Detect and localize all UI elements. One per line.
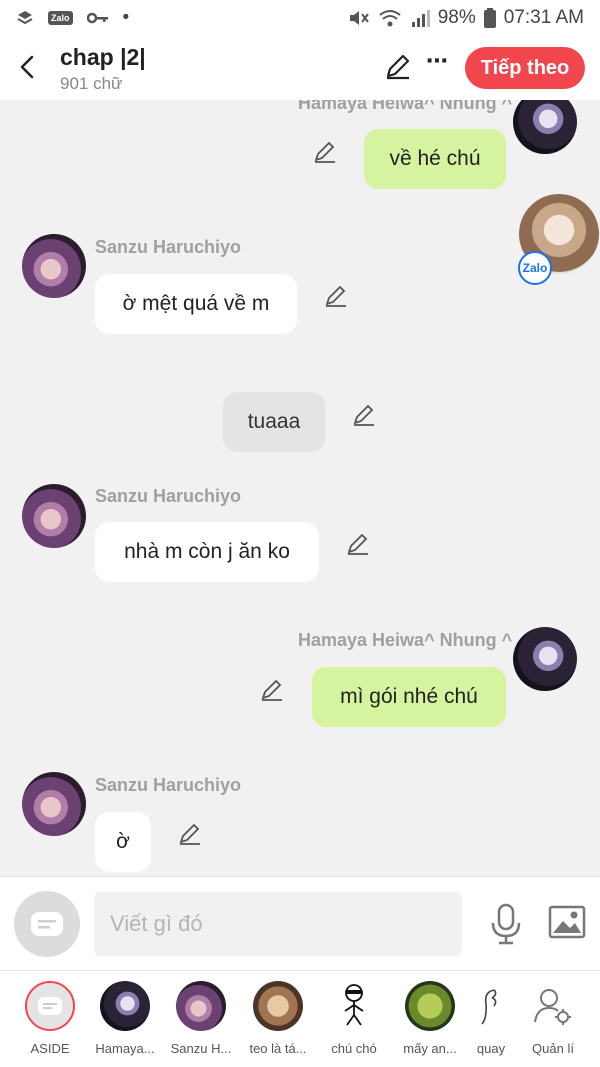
avatar-sanzu — [176, 981, 226, 1031]
composer-bar — [0, 876, 600, 970]
clock: 07:31 AM — [503, 7, 584, 28]
nav-label: teo là tá... — [249, 1041, 307, 1056]
nav-label: ASIDE — [30, 1041, 70, 1056]
sender-name: Sanzu Haruchiyo — [95, 237, 242, 257]
avatar-hamaya — [100, 981, 150, 1031]
stick-figure-icon — [329, 981, 379, 1031]
zalo-icon: Zalo — [48, 11, 73, 25]
message-bubble[interactable]: nhà m còn j ăn ko — [95, 522, 319, 582]
sketch-icon — [466, 981, 516, 1031]
microphone-icon[interactable] — [490, 903, 522, 945]
word-count: 901 chữ — [60, 74, 123, 93]
chapter-header: chap |2| 901 chữ ⋯ Tiếp theo — [0, 36, 600, 100]
more-options-button[interactable]: ⋯ — [424, 50, 450, 80]
edit-message-icon[interactable] — [346, 532, 370, 556]
user-settings-icon — [528, 981, 578, 1031]
chevron-left-icon — [20, 55, 34, 79]
page-title: chap |2| — [60, 44, 146, 70]
message-bubble[interactable]: ờ mệt quá về m — [95, 274, 297, 334]
layers-icon — [17, 11, 33, 25]
message-input[interactable] — [94, 892, 462, 956]
battery-percent: 98% — [437, 7, 476, 28]
sender-name: Sanzu Haruchiyo — [95, 775, 242, 795]
avatar-sanzu[interactable] — [22, 484, 86, 548]
nav-item-quan-li[interactable]: Quản lí — [515, 981, 591, 1061]
avatar-hamaya[interactable] — [513, 627, 577, 691]
avatar-teo — [253, 981, 303, 1031]
key-icon — [86, 12, 108, 24]
nav-item-hamaya[interactable]: Hamaya... — [87, 981, 163, 1061]
nav-label: chú chó — [331, 1041, 377, 1056]
aside-icon — [25, 981, 75, 1031]
edit-message-icon[interactable] — [352, 403, 376, 427]
edit-message-icon[interactable] — [260, 678, 284, 702]
edit-message-icon[interactable] — [324, 284, 348, 308]
edit-pencil-icon[interactable] — [384, 52, 412, 80]
nav-item-chu-cho[interactable]: chú chó — [316, 981, 392, 1061]
narration-bubble[interactable]: tuaaa — [223, 392, 325, 452]
nav-item-aside[interactable]: ASIDE — [12, 981, 88, 1061]
signal-icon — [411, 10, 430, 27]
nav-item-sanzu[interactable]: Sanzu H... — [163, 981, 239, 1061]
avatar-sanzu[interactable] — [22, 772, 86, 836]
nav-item-teo[interactable]: teo là tá... — [240, 981, 316, 1061]
chat-area[interactable]: Hamaya Heiwa^ Nhung ^ về hé chú Zalo San… — [0, 100, 600, 876]
image-icon[interactable] — [548, 905, 586, 939]
nav-label: Hamaya... — [95, 1041, 155, 1056]
back-button[interactable] — [12, 50, 42, 84]
sender-name: Hamaya Heiwa^ Nhung ^ — [298, 100, 513, 113]
avatar-hamaya[interactable] — [513, 100, 577, 154]
message-bubble[interactable]: ờ — [95, 812, 151, 872]
message-bubble[interactable]: về hé chú — [364, 129, 506, 189]
nav-label: Sanzu H... — [170, 1041, 232, 1056]
status-bar: Zalo • 98% 07:31 AM — [0, 0, 600, 36]
message-bubble[interactable]: mì gói nhé chú — [312, 667, 506, 727]
avatar-sanzu[interactable] — [22, 234, 86, 298]
next-button[interactable]: Tiếp theo — [465, 47, 585, 89]
notification-dot: • — [122, 7, 130, 28]
sender-name: Hamaya Heiwa^ Nhung ^ — [298, 630, 513, 650]
edit-message-icon[interactable] — [178, 822, 202, 846]
mute-icon — [349, 11, 369, 25]
sender-name: Sanzu Haruchiyo — [95, 486, 242, 506]
character-bar: ASIDE Hamaya... Sanzu H... teo là tá... … — [0, 970, 600, 1067]
nav-label: Quản lí — [532, 1041, 574, 1056]
zalo-badge: Zalo — [518, 251, 552, 285]
note-icon — [31, 912, 63, 936]
wifi-icon — [379, 10, 401, 27]
battery-icon — [483, 8, 496, 28]
aside-toggle-button[interactable] — [14, 891, 80, 957]
edit-message-icon[interactable] — [313, 140, 337, 164]
avatar-may-an — [405, 981, 455, 1031]
